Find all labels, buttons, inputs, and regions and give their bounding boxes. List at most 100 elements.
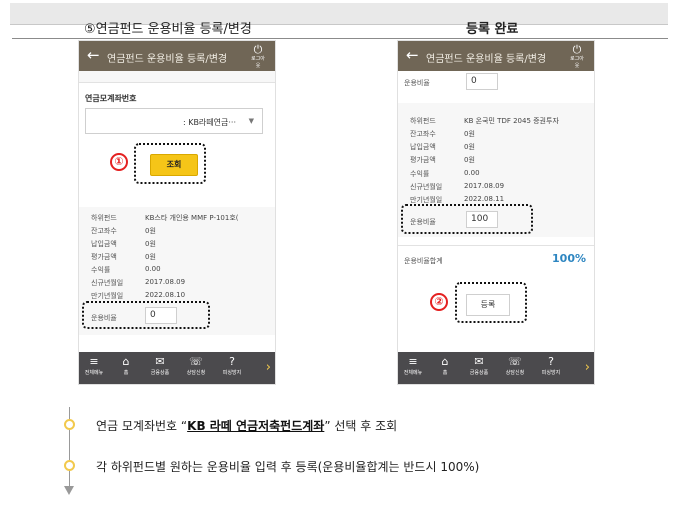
- nav-home[interactable]: ⌂ 홈: [430, 355, 460, 377]
- total-ratio-value: 100%: [552, 252, 586, 265]
- nav-label: 상담신청: [505, 370, 525, 376]
- paid-value: 0원: [464, 143, 475, 151]
- fund-value: KB 온국민 TDF 2045 증권투자: [464, 117, 559, 125]
- logout-label: 로그아웃: [570, 56, 584, 69]
- app-bar-title: 연금펀드 운용비율 등록/변경: [426, 54, 547, 65]
- top-ratio-label: 운용비율: [404, 79, 430, 87]
- ratio-highlight-right: [401, 204, 533, 234]
- yield-value: 0.00: [145, 265, 161, 273]
- phone-screen-left: ← 연금펀드 운용비율 등록/변경 ⏻ 로그아웃 연금모계좌번호 : KB라떼연…: [78, 40, 276, 385]
- section-header: ⑤연금펀드 운용비율 등록/변경 등록 완료: [0, 0, 679, 37]
- yield-value: 0.00: [464, 169, 480, 177]
- nav-label: 피싱방지: [541, 370, 561, 376]
- nav-label: 상담신청: [186, 370, 206, 376]
- chevron-right-icon[interactable]: ›: [266, 360, 271, 375]
- nav-consult[interactable]: ☏ 상담신청: [500, 355, 530, 377]
- query-highlight: [134, 143, 206, 184]
- fund-label: 하위펀드: [91, 214, 117, 222]
- step-marker-1: ①: [110, 153, 128, 171]
- nav-label: 금융상품: [150, 370, 170, 376]
- question-icon: ?: [229, 355, 235, 368]
- step-1-suffix: ” 선택 후 조회: [324, 419, 398, 433]
- headset-icon: ☏: [189, 355, 203, 368]
- mail-icon: ✉: [474, 355, 484, 368]
- nav-phishing[interactable]: ? 피싱방지: [217, 355, 247, 377]
- total-ratio-label: 운용비율합계: [404, 257, 443, 265]
- menu-icon: ≡: [408, 355, 418, 368]
- top-ratio-input[interactable]: 0: [466, 73, 498, 90]
- back-arrow-icon[interactable]: ←: [406, 46, 419, 64]
- question-icon: ?: [548, 355, 554, 368]
- nav-consult[interactable]: ☏ 상담신청: [181, 355, 211, 377]
- logout-button[interactable]: ⏻ 로그아웃: [568, 44, 586, 70]
- balance-value: 0원: [464, 130, 475, 138]
- balance-label: 잔고좌수: [410, 130, 436, 138]
- power-icon: ⏻: [253, 43, 263, 56]
- eval-label: 평가금액: [91, 253, 117, 261]
- nav-label: 홈: [442, 370, 448, 376]
- header-right-band: [392, 3, 668, 25]
- step-marker-2: ②: [430, 293, 448, 311]
- balance-label: 잔고좌수: [91, 227, 117, 235]
- ratio-highlight-left: [82, 301, 210, 329]
- header-right-title: 등록 완료: [466, 22, 519, 37]
- divider: [398, 245, 594, 246]
- eval-label: 평가금액: [410, 156, 436, 164]
- step-text-1: 연금 모계좌번호 “KB 라떼 연금저축펀드계좌” 선택 후 조회: [96, 417, 397, 434]
- logout-label: 로그아웃: [251, 56, 265, 69]
- paid-value: 0원: [145, 240, 156, 248]
- open-date-label: 신규년월일: [91, 279, 124, 287]
- app-bar-title: 연금펀드 운용비율 등록/변경: [107, 54, 228, 65]
- power-icon: ⏻: [572, 43, 582, 56]
- nav-label: 피싱방지: [222, 370, 242, 376]
- step-1-prefix: 연금 모계좌번호 “: [96, 419, 188, 433]
- step-bullet-1: [64, 419, 75, 430]
- step-1-account-name: KB 라떼 연금저축펀드계좌: [187, 419, 325, 433]
- maturity-value: 2022.08.10: [145, 291, 186, 299]
- paid-label: 납입금액: [410, 143, 436, 151]
- maturity-label: 만기년월일: [91, 292, 124, 300]
- nav-products[interactable]: ✉ 금융상품: [464, 355, 494, 377]
- paid-label: 납입금액: [91, 240, 117, 248]
- nav-home[interactable]: ⌂ 홈: [111, 355, 141, 377]
- menu-icon: ≡: [89, 355, 99, 368]
- chevron-down-icon: ▼: [248, 117, 254, 125]
- arrow-down-icon: [64, 486, 74, 495]
- nav-all-menu[interactable]: ≡ 전체메뉴: [398, 355, 428, 377]
- nav-products[interactable]: ✉ 금융상품: [145, 355, 175, 377]
- nav-label: 홈: [123, 370, 129, 376]
- open-date-value: 2017.08.09: [145, 278, 186, 286]
- headset-icon: ☏: [508, 355, 522, 368]
- nav-phishing[interactable]: ? 피싱방지: [536, 355, 566, 377]
- app-bar: ← 연금펀드 운용비율 등록/변경 ⏻ 로그아웃: [398, 41, 594, 71]
- yield-label: 수익률: [91, 266, 111, 274]
- bottom-nav: ≡ 전체메뉴 ⌂ 홈 ✉ 금융상품 ☏ 상담신청 ? 피싱방지 ›: [398, 352, 594, 384]
- bottom-nav: ≡ 전체메뉴 ⌂ 홈 ✉ 금융상품 ☏ 상담신청 ? 피싱방지 ›: [79, 352, 275, 384]
- app-bar: ← 연금펀드 운용비율 등록/변경 ⏻ 로그아웃: [79, 41, 275, 71]
- header-divider: [12, 38, 668, 39]
- register-highlight: [455, 282, 527, 323]
- account-select[interactable]: : KB라떼연금··· ▼: [85, 108, 263, 134]
- nav-label: 금융상품: [469, 370, 489, 376]
- open-date-value: 2017.08.09: [464, 182, 505, 190]
- balance-value: 0원: [145, 227, 156, 235]
- maturity-value: 2022.08.11: [464, 195, 505, 203]
- yield-label: 수익률: [410, 170, 430, 178]
- account-label: 연금모계좌번호: [85, 94, 137, 103]
- account-select-value: : KB라떼연금···: [182, 118, 236, 127]
- nav-label: 전체메뉴: [84, 370, 104, 376]
- nav-all-menu[interactable]: ≡ 전체메뉴: [79, 355, 109, 377]
- top-form-remnant: [79, 71, 275, 83]
- fund-label: 하위펀드: [410, 117, 436, 125]
- nav-label: 전체메뉴: [403, 370, 423, 376]
- open-date-label: 신규년월일: [410, 183, 443, 191]
- back-arrow-icon[interactable]: ←: [87, 46, 100, 64]
- chevron-right-icon[interactable]: ›: [585, 360, 590, 375]
- eval-value: 0원: [145, 253, 156, 261]
- logout-button[interactable]: ⏻ 로그아웃: [249, 44, 267, 70]
- home-icon: ⌂: [441, 355, 449, 368]
- step-text-2: 각 하위펀드별 원하는 운용비율 입력 후 등록(운용비율합계는 반드시 100…: [96, 460, 480, 474]
- home-icon: ⌂: [122, 355, 130, 368]
- step-bullet-2: [64, 460, 75, 471]
- header-left-title: ⑤연금펀드 운용비율 등록/변경: [84, 22, 252, 37]
